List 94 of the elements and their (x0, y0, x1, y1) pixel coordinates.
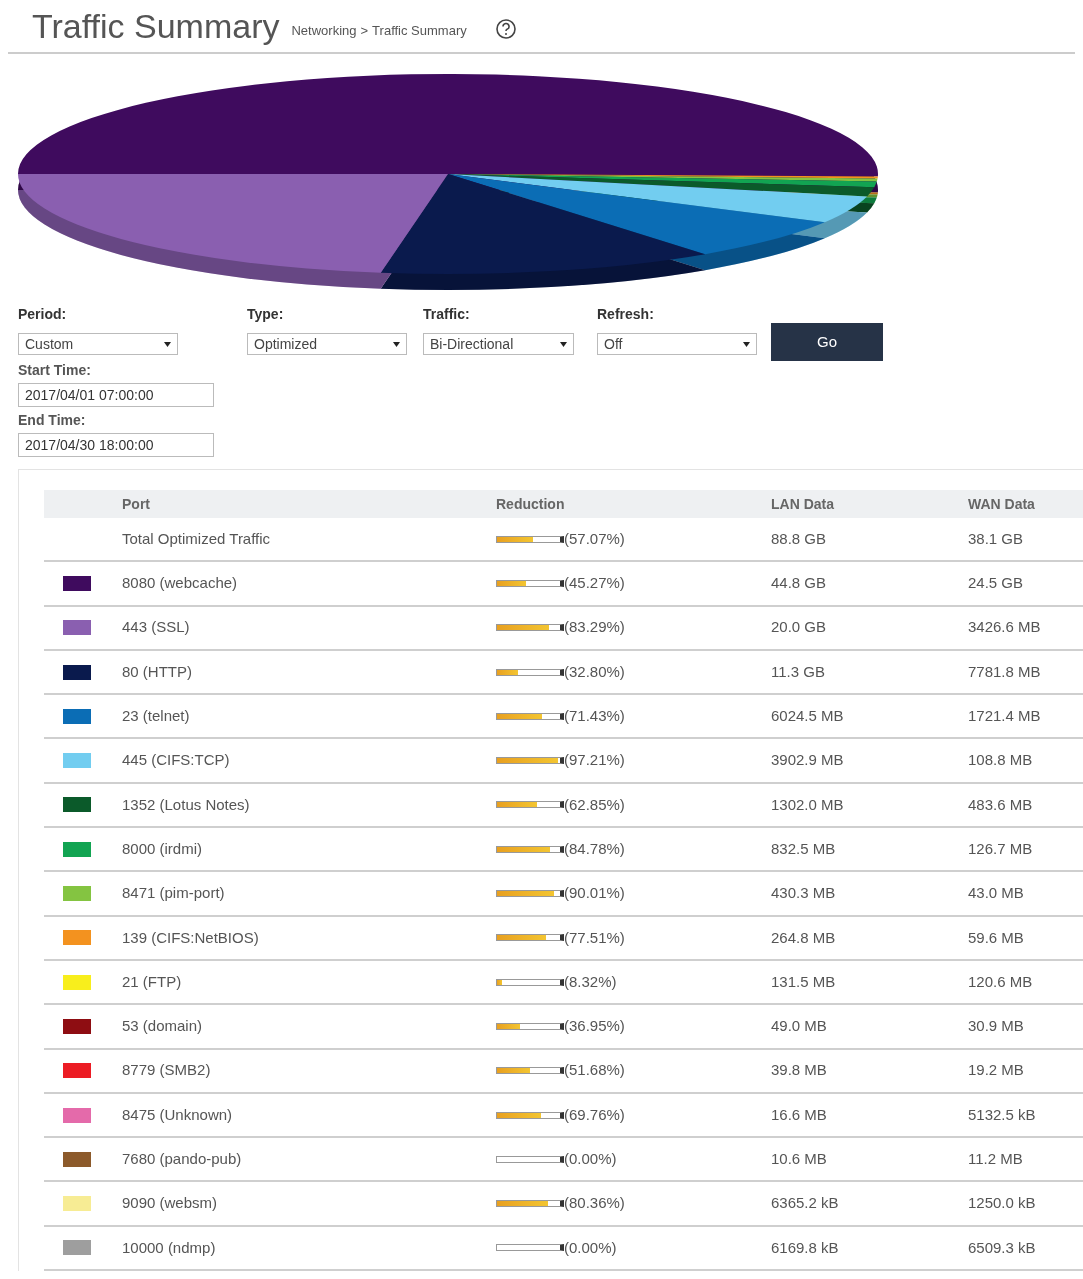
caret-icon (560, 341, 567, 347)
lan-data-cell-text: 20.0 GB (771, 617, 828, 638)
go-button[interactable]: Go (771, 323, 883, 361)
reduction-cell-text: (69.76%) (564, 1104, 625, 1125)
field-label: Period: (18, 305, 68, 324)
port-cell-text: 445 (CIFS:TCP) (122, 750, 231, 771)
reduction-cell-text: (57.07%) (564, 528, 625, 549)
column-header: Reduction (496, 494, 566, 514)
port-cell-text: 8471 (pim-port) (122, 883, 226, 904)
reduction-cell-text: (51.68%) (564, 1060, 625, 1081)
reduction-cell-text: (90.01%) (564, 883, 625, 904)
breadcrumb-separator: > (360, 21, 369, 40)
reduction-cell-text: (71.43%) (564, 706, 625, 727)
reduction-cell-text: (36.95%) (564, 1016, 625, 1037)
port-cell-text: 8080 (webcache) (122, 573, 239, 594)
lan-data-cell-text: 430.3 MB (771, 883, 837, 904)
wan-data-cell-text: 5132.5 kB (968, 1104, 1036, 1125)
column-header: WAN Data (968, 494, 1035, 514)
reduction-cell-text: (45.27%) (564, 573, 625, 594)
select-dropdown[interactable]: Optimized (247, 333, 407, 355)
lan-data-cell-text: 88.8 GB (771, 528, 828, 549)
port-cell-text: 7680 (pando-pub) (122, 1149, 243, 1170)
lan-data-cell-text: 131.5 MB (771, 971, 837, 992)
select-dropdown[interactable]: Custom (18, 333, 178, 355)
wan-data-cell-text: 38.1 GB (968, 528, 1024, 549)
lan-data-cell-text: 6169.8 kB (771, 1237, 840, 1258)
wan-data-cell-text: 108.8 MB (968, 750, 1033, 771)
caret-icon (743, 341, 750, 347)
port-cell-text: 21 (FTP) (122, 971, 183, 992)
field-label: Refresh: (597, 305, 655, 324)
reduction-cell-text: (32.80%) (564, 661, 625, 682)
lan-data-cell-text: 16.6 MB (771, 1104, 828, 1125)
lan-data-cell-text: 1302.0 MB (771, 794, 845, 815)
reduction-cell-text: (80.36%) (564, 1193, 625, 1214)
wan-data-cell-text: 1250.0 kB (968, 1193, 1036, 1214)
wan-data-cell-text: 19.2 MB (968, 1060, 1024, 1081)
port-cell-text: 8000 (irdmi) (122, 838, 204, 859)
lan-data-cell-text: 264.8 MB (771, 927, 837, 948)
port-cell-text: 80 (HTTP) (122, 661, 193, 682)
wan-data-cell-text: 6509.3 kB (968, 1237, 1036, 1258)
lan-data-cell-text: 39.8 MB (771, 1060, 828, 1081)
lan-data-cell-text: 44.8 GB (771, 573, 828, 594)
reduction-cell-text: (0.00%) (564, 1237, 617, 1258)
lan-data-cell-text: 832.5 MB (771, 838, 837, 859)
help-icon[interactable] (494, 18, 517, 40)
lan-data-cell-text: 3902.9 MB (771, 750, 845, 771)
reduction-cell-text: (77.51%) (564, 927, 625, 948)
lan-data-cell-text: 6365.2 kB (771, 1193, 840, 1214)
reduction-cell-text: (62.85%) (564, 794, 625, 815)
port-cell-text: 53 (domain) (122, 1016, 204, 1037)
port-cell-text: 1352 (Lotus Notes) (122, 794, 251, 815)
time-field[interactable]: 2017/04/30 18:00:00 (18, 433, 214, 457)
port-cell-text: 443 (SSL) (122, 617, 191, 638)
port-cell-text: 23 (telnet) (122, 706, 191, 727)
reduction-cell-text: (0.00%) (564, 1149, 617, 1170)
wan-data-cell-text: 7781.8 MB (968, 661, 1041, 682)
wan-data-cell-text: 3426.6 MB (968, 617, 1041, 638)
port-cell-text: 10000 (ndmp) (122, 1237, 217, 1258)
reduction-cell-text: (8.32%) (564, 971, 617, 992)
select-dropdown[interactable]: Bi-Directional (423, 333, 574, 355)
reduction-cell-text: (83.29%) (564, 617, 625, 638)
wan-data-cell-text: 59.6 MB (968, 927, 1024, 948)
port-cell-text: Total Optimized Traffic (122, 528, 272, 549)
wan-data-cell-text: 126.7 MB (968, 838, 1033, 859)
wan-data-cell-text: 11.2 MB (968, 1149, 1023, 1170)
breadcrumb-link[interactable]: Networking (291, 20, 357, 40)
field-label: Type: (247, 305, 285, 324)
breadcrumb-current: Traffic Summary (372, 21, 467, 40)
page-title: Traffic Summary (32, 6, 280, 47)
port-cell-text: 9090 (websm) (122, 1193, 219, 1214)
wan-data-cell-text: 24.5 GB (968, 573, 1024, 594)
field-label: End Time: (18, 411, 87, 429)
wan-data-cell-text: 120.6 MB (968, 971, 1033, 992)
field-label: Traffic: (423, 305, 471, 324)
field-label: Start Time: (18, 361, 92, 379)
reduction-cell-text: (97.21%) (564, 750, 625, 771)
column-header: Port (122, 494, 151, 514)
lan-data-cell-text: 6024.5 MB (771, 706, 845, 727)
port-cell-text: 139 (CIFS:NetBIOS) (122, 927, 260, 948)
reduction-cell-text: (84.78%) (564, 838, 625, 859)
caret-icon (393, 341, 400, 347)
lan-data-cell-text: 10.6 MB (771, 1149, 828, 1170)
wan-data-cell-text: 1721.4 MB (968, 706, 1041, 727)
lan-data-cell-text: 11.3 GB (771, 661, 826, 682)
caret-icon (164, 341, 171, 347)
wan-data-cell-text: 30.9 MB (968, 1016, 1024, 1037)
wan-data-cell-text: 483.6 MB (968, 794, 1033, 815)
lan-data-cell-text: 49.0 MB (771, 1016, 828, 1037)
time-field[interactable]: 2017/04/01 07:00:00 (18, 383, 214, 407)
port-cell-text: 8779 (SMB2) (122, 1060, 212, 1081)
port-cell-text: 8475 (Unknown) (122, 1104, 234, 1125)
wan-data-cell-text: 43.0 MB (968, 883, 1024, 904)
column-header: LAN Data (771, 494, 835, 514)
select-dropdown[interactable]: Off (597, 333, 757, 355)
